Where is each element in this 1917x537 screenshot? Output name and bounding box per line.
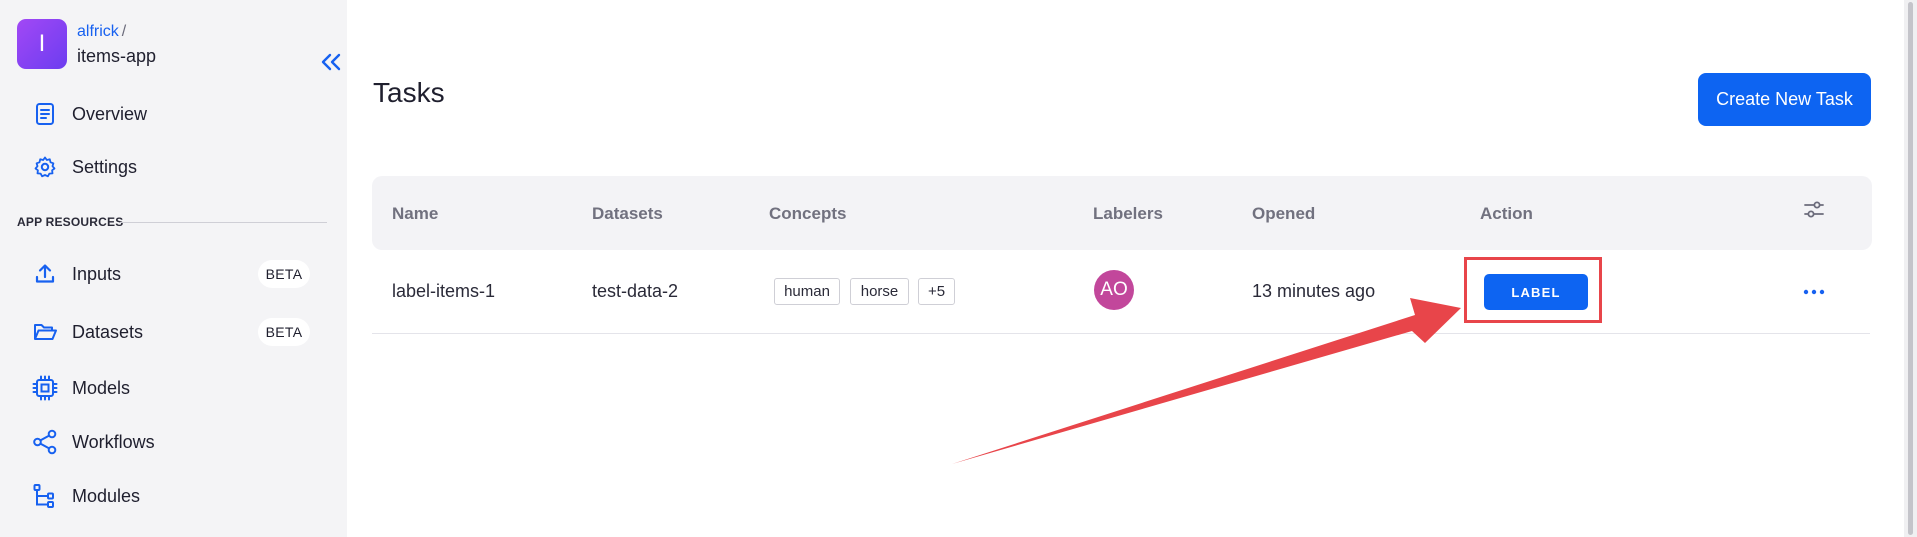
sidebar-item-label: Overview xyxy=(72,103,148,124)
sidebar-item-modules[interactable]: Modules xyxy=(30,478,320,514)
column-header-opened[interactable]: Opened xyxy=(1252,204,1315,224)
labeler-avatar[interactable]: AO xyxy=(1094,270,1134,310)
page-title: Tasks xyxy=(373,77,445,108)
collapse-sidebar-button[interactable] xyxy=(317,49,345,75)
sidebar-item-label: Models xyxy=(72,377,131,398)
task-dataset[interactable]: test-data-2 xyxy=(592,281,678,302)
column-header-concepts[interactable]: Concepts xyxy=(769,204,846,224)
sidebar-item-label: Settings xyxy=(72,156,138,177)
more-horizontal-icon xyxy=(1803,289,1825,295)
sidebar-item-inputs[interactable]: Inputs BETA xyxy=(30,256,320,292)
beta-badge: BETA xyxy=(258,318,310,346)
annotation-highlight-box xyxy=(1464,257,1602,323)
task-name[interactable]: label-items-1 xyxy=(392,281,495,302)
column-header-datasets[interactable]: Datasets xyxy=(592,204,663,224)
more-concepts-chip[interactable]: +5 xyxy=(918,278,955,305)
column-header-labelers[interactable]: Labelers xyxy=(1093,204,1163,224)
sliders-icon xyxy=(1804,201,1824,218)
sidebar: I alfrick / items-app Overview Settings … xyxy=(0,0,347,537)
create-new-task-button[interactable]: Create New Task xyxy=(1698,73,1871,126)
breadcrumb: alfrick / xyxy=(77,23,126,41)
app-avatar[interactable]: I xyxy=(17,19,67,69)
owner-link[interactable]: alfrick xyxy=(77,23,119,40)
row-more-button[interactable] xyxy=(1800,280,1828,304)
hierarchy-icon xyxy=(30,481,60,511)
sidebar-item-overview[interactable]: Overview xyxy=(30,96,320,132)
sidebar-item-settings[interactable]: Settings xyxy=(30,149,320,185)
document-icon xyxy=(30,99,60,129)
sidebar-item-label: Inputs xyxy=(72,263,122,284)
beta-badge: BETA xyxy=(258,260,310,288)
column-header-name[interactable]: Name xyxy=(392,204,438,224)
gear-icon xyxy=(30,152,60,182)
sidebar-item-datasets[interactable]: Datasets BETA xyxy=(30,314,320,350)
upload-icon xyxy=(30,259,60,289)
column-header-action: Action xyxy=(1480,204,1533,223)
sidebar-item-workflows[interactable]: Workflows xyxy=(30,424,320,460)
breadcrumb-separator: / xyxy=(121,23,127,40)
opened-time: 13 minutes ago xyxy=(1252,281,1376,301)
app-header: I alfrick / items-app xyxy=(17,19,341,71)
sidebar-item-models[interactable]: Models xyxy=(30,370,320,406)
sidebar-item-label: Modules xyxy=(72,485,141,506)
sidebar-item-label: Workflows xyxy=(72,431,155,452)
column-settings-button[interactable] xyxy=(1802,198,1826,222)
app-name[interactable]: items-app xyxy=(77,46,156,67)
scrollbar-thumb[interactable] xyxy=(1908,2,1913,535)
section-divider xyxy=(120,222,327,223)
chip-icon xyxy=(30,373,60,403)
concept-chip: human xyxy=(774,278,840,305)
share-nodes-icon xyxy=(30,427,60,457)
double-chevron-left-icon xyxy=(321,53,341,71)
section-title: APP RESOURCES xyxy=(17,215,124,229)
concept-chip: horse xyxy=(850,278,909,305)
sidebar-item-label: Datasets xyxy=(72,321,144,342)
folder-icon xyxy=(30,317,60,347)
